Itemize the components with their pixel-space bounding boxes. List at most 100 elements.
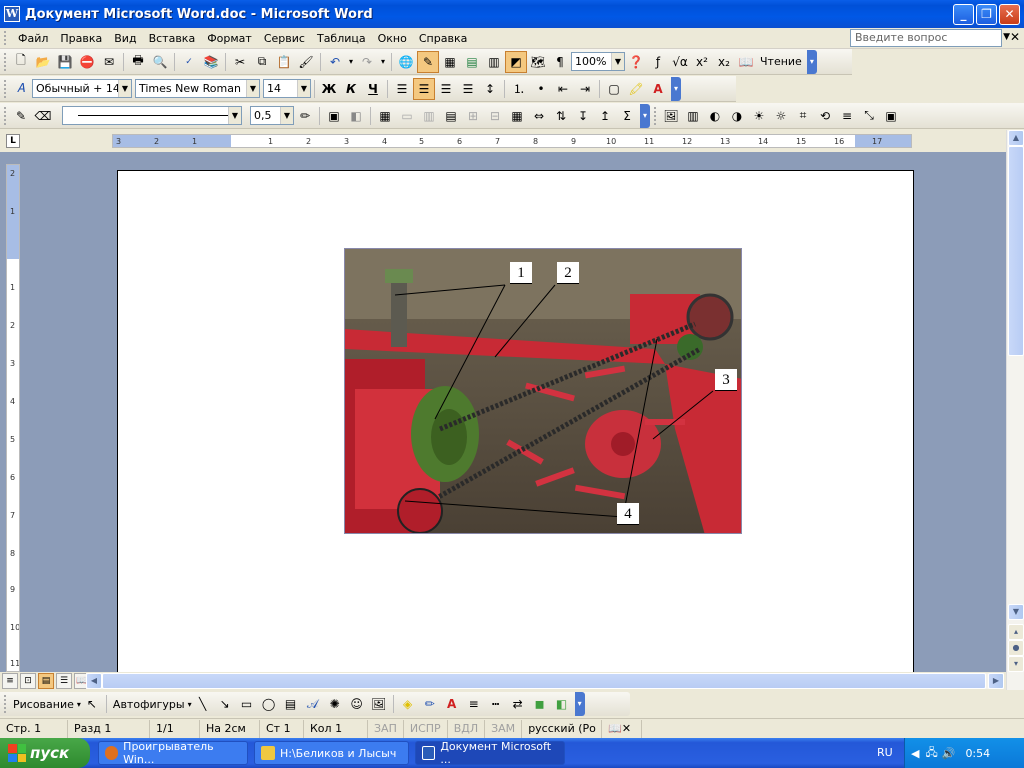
bullets-icon[interactable]: •	[530, 78, 552, 100]
highlight-icon[interactable]: 🖍	[625, 78, 647, 100]
autosum-icon[interactable]: Σ	[616, 105, 638, 127]
redo-icon[interactable]: ↷	[356, 51, 378, 73]
reading-icon[interactable]: 📖	[735, 51, 757, 73]
font-size-select[interactable]: 14 ▼	[263, 79, 311, 98]
select-objects-icon[interactable]: ↖	[81, 693, 103, 715]
menu-grip[interactable]	[4, 31, 8, 45]
more-brightness-icon[interactable]: ☀	[748, 105, 770, 127]
sort-ascending-icon[interactable]: ↧	[572, 105, 594, 127]
web-layout-icon[interactable]: ⊡	[20, 673, 36, 689]
language-indicator[interactable]: RU	[877, 746, 893, 759]
zoom-select[interactable]: 100% ▼	[571, 52, 625, 71]
menu-edit[interactable]: Правка	[54, 32, 108, 45]
font-select[interactable]: Times New Roman ▼	[135, 79, 260, 98]
wordart-icon[interactable]: 𝒜	[302, 693, 324, 715]
sort-descending-icon[interactable]: ↥	[594, 105, 616, 127]
styles-pane-icon[interactable]: 𝐴	[10, 78, 32, 100]
line-spacing-icon[interactable]: ↕	[479, 78, 501, 100]
volume-icon[interactable]: 🔊	[942, 747, 956, 760]
vertical-ruler[interactable]: 2 1 1 2 3 4 5 6 7 8 9 10 11	[6, 164, 20, 672]
distribute-columns-icon[interactable]: ⊟	[484, 105, 506, 127]
more-contrast-icon[interactable]: ◐	[704, 105, 726, 127]
task-media-player[interactable]: Проигрыватель Win...	[98, 740, 248, 766]
shading-icon[interactable]: ◧	[345, 105, 367, 127]
vertical-scrollbar[interactable]: ▲ ▼ ▴ ● ▾	[1006, 130, 1024, 690]
equation-icon[interactable]: √α	[669, 51, 691, 73]
clock[interactable]: 0:54	[965, 747, 990, 760]
toolbar-grip[interactable]	[4, 106, 7, 125]
subscript-icon[interactable]: x₂	[713, 51, 735, 73]
scroll-thumb[interactable]	[1008, 146, 1024, 356]
normal-view-icon[interactable]: ≡	[2, 673, 18, 689]
toolbar-grip[interactable]	[4, 695, 7, 713]
scroll-right-icon[interactable]: ▶	[988, 673, 1004, 689]
close-document-icon[interactable]: ✕	[1010, 30, 1020, 44]
autoformat-icon[interactable]: ▦	[506, 105, 528, 127]
undo-icon[interactable]: ↶	[324, 51, 346, 73]
border-color-icon[interactable]: ✏	[294, 105, 316, 127]
hyperlink-icon[interactable]: 🌐	[395, 51, 417, 73]
clip-art-icon[interactable]: ☺	[346, 693, 368, 715]
status-track-changes[interactable]: ИСПР	[404, 719, 448, 738]
justify-icon[interactable]: ☰	[457, 78, 479, 100]
research-icon[interactable]: 📚	[200, 51, 222, 73]
spelling-status-icon[interactable]: 📖✕	[602, 719, 643, 738]
shadow-icon[interactable]: ◼	[529, 693, 551, 715]
menu-window[interactable]: Окно	[372, 32, 413, 45]
line-style-select[interactable]: ▼	[62, 106, 242, 125]
new-document-icon[interactable]: 🗋	[10, 51, 32, 73]
show-hide-icon[interactable]: ¶	[549, 51, 571, 73]
decrease-indent-icon[interactable]: ⇤	[552, 78, 574, 100]
3d-style-icon[interactable]: ◧	[551, 693, 573, 715]
save-icon[interactable]: 💾	[54, 51, 76, 73]
print-layout-icon[interactable]: ▤	[38, 673, 54, 689]
align-left-icon[interactable]: ☰	[391, 78, 413, 100]
eraser-icon[interactable]: ⌫	[32, 105, 54, 127]
merge-cells-icon[interactable]: ▭	[396, 105, 418, 127]
document-map-icon[interactable]: 🗺	[527, 51, 549, 73]
insert-picture-icon[interactable]: 🖼	[368, 693, 390, 715]
task-word-document[interactable]: Документ Microsoft ...	[415, 740, 565, 766]
increase-indent-icon[interactable]: ⇥	[574, 78, 596, 100]
line-weight-select[interactable]: 0,5 ▼	[250, 106, 294, 125]
copy-icon[interactable]: ⧉	[251, 51, 273, 73]
line-style-icon[interactable]: ≡	[836, 105, 858, 127]
rectangle-icon[interactable]: ▭	[236, 693, 258, 715]
scroll-up-icon[interactable]: ▲	[1008, 130, 1024, 146]
menu-insert[interactable]: Вставка	[143, 32, 202, 45]
distribute-rows-icon[interactable]: ⊞	[462, 105, 484, 127]
help-search-input[interactable]: Введите вопрос	[850, 29, 1002, 47]
drawing-menu[interactable]: Рисование	[10, 698, 77, 711]
less-contrast-icon[interactable]: ◑	[726, 105, 748, 127]
tray-expand-icon[interactable]: ◀	[911, 747, 919, 760]
horizontal-ruler[interactable]: 3 2 1 1 2 3 4 5 6 7 8 9 10 11 12 13 14 1…	[112, 134, 912, 148]
undo-dropdown-icon[interactable]: ▾	[346, 51, 356, 73]
toolbar-options-icon[interactable]: ▾	[640, 103, 650, 128]
rotate-icon[interactable]: ⟲	[814, 105, 836, 127]
toolbar-options-icon[interactable]: ▾	[806, 49, 817, 74]
align-icon[interactable]: ▤	[440, 105, 462, 127]
autofit-icon[interactable]: ⇔	[528, 105, 550, 127]
tables-borders-icon[interactable]: ✎	[417, 50, 439, 73]
autoshapes-menu[interactable]: Автофигуры	[110, 698, 188, 711]
menu-table[interactable]: Таблица	[311, 32, 372, 45]
dash-style-icon[interactable]: ┅	[485, 693, 507, 715]
outline-view-icon[interactable]: ☰	[56, 673, 72, 689]
less-brightness-icon[interactable]: ☼	[770, 105, 792, 127]
insert-picture-icon[interactable]: 🖼	[660, 105, 682, 127]
print-icon[interactable]: 🖶	[127, 51, 149, 73]
minimize-button[interactable]: _	[953, 3, 974, 25]
next-page-icon[interactable]: ▾	[1008, 656, 1024, 672]
text-box-icon[interactable]: ▤	[280, 693, 302, 715]
email-icon[interactable]: ✉	[98, 51, 120, 73]
line-icon[interactable]: ╲	[192, 693, 214, 715]
font-color-icon[interactable]: A	[441, 693, 463, 715]
cut-icon[interactable]: ✂	[229, 51, 251, 73]
style-select[interactable]: Обычный + 14 г ▼	[32, 79, 132, 98]
toolbar-grip[interactable]	[4, 79, 7, 98]
horizontal-scrollbar[interactable]: ◀ ▶	[86, 673, 1004, 689]
split-cells-icon[interactable]: ▥	[418, 105, 440, 127]
redo-dropdown-icon[interactable]: ▾	[378, 51, 388, 73]
script-editor-icon[interactable]: ƒ	[647, 51, 669, 73]
color-icon[interactable]: ▥	[682, 105, 704, 127]
